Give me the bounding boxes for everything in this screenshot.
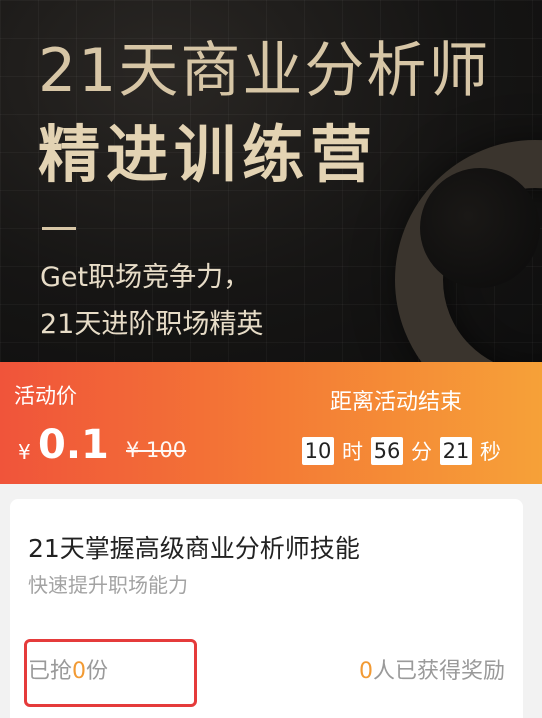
hero-title-line1: 21天商业分析师	[38, 36, 491, 106]
course-title: 21天掌握高级商业分析师技能	[28, 534, 360, 563]
reward-count-text: 0人已获得奖励	[359, 653, 505, 685]
course-card[interactable]: 21天掌握高级商业分析师技能 快速提升职场能力 已抢0份 0人已获得奖励	[10, 499, 523, 718]
countdown-minutes: 56	[371, 437, 403, 465]
countdown-seconds: 21	[440, 437, 472, 465]
course-subtitle: 快速提升职场能力	[28, 573, 188, 597]
hero-tagline-line2: 21天进阶职场精英	[40, 309, 264, 340]
countdown-title: 距离活动结束	[330, 390, 463, 415]
promo-price: 0.1	[38, 422, 109, 468]
price-bar: 活动价 ¥ 0.1 ¥ 100 距离活动结束 10 时 56 分 21 秒	[0, 362, 542, 484]
currency-symbol: ¥	[18, 440, 31, 464]
countdown-hours-unit: 时	[342, 440, 363, 464]
hero-banner: 21天商业分析师 精进训练营 Get职场竞争力， 21天进阶职场精英	[0, 0, 542, 362]
reward-suffix: 人已获得奖励	[372, 659, 505, 684]
hero-tagline-line1: Get职场竞争力，	[40, 262, 251, 293]
promo-price-label: 活动价	[14, 384, 77, 408]
reward-count: 0	[358, 659, 373, 684]
countdown-seconds-unit: 秒	[480, 440, 501, 464]
hero-divider	[42, 227, 76, 230]
countdown-hours: 10	[302, 437, 334, 465]
sold-count-highlight-box	[24, 639, 197, 707]
countdown-minutes-unit: 分	[411, 440, 432, 464]
decorative-ring-core	[420, 168, 540, 288]
original-price: ¥ 100	[126, 438, 187, 462]
countdown-timer: 10 时 56 分 21 秒	[302, 436, 501, 466]
hero-title-line2: 精进训练营	[38, 118, 379, 191]
